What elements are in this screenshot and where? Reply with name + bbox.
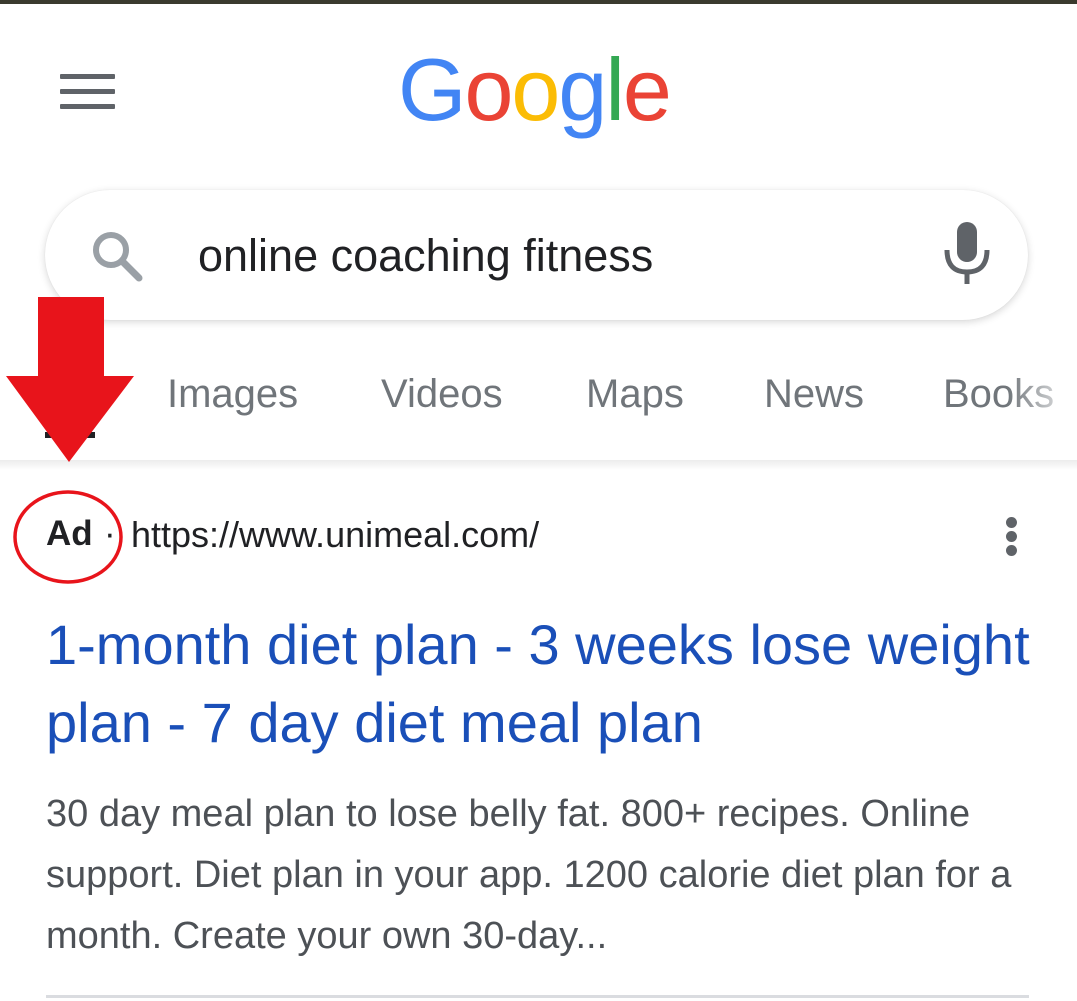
red-circle-annotation <box>13 490 123 584</box>
tab-news[interactable]: News <box>764 372 864 417</box>
menu-icon[interactable] <box>60 74 116 110</box>
search-icon[interactable] <box>87 226 147 286</box>
result-divider <box>46 995 1029 998</box>
tab-images[interactable]: Images <box>167 372 298 417</box>
more-options-icon[interactable] <box>1001 517 1023 557</box>
tabs-divider <box>0 460 1077 470</box>
tab-videos[interactable]: Videos <box>381 372 503 417</box>
result-url[interactable]: https://www.unimeal.com/ <box>131 514 539 556</box>
result-title-link[interactable]: 1-month diet plan - 3 weeks lose weight … <box>46 606 1036 762</box>
result-snippet: 30 day meal plan to lose belly fat. 800+… <box>46 793 1012 957</box>
top-border <box>0 0 1077 4</box>
red-down-arrow-annotation <box>6 297 134 462</box>
microphone-icon[interactable] <box>938 220 996 290</box>
search-tabs: Images Videos Maps News Books <box>0 340 1077 460</box>
search-bar[interactable] <box>45 190 1028 320</box>
tab-maps[interactable]: Maps <box>586 372 684 417</box>
tabs-fade <box>1007 340 1077 460</box>
svg-text:Google: Google <box>398 40 670 139</box>
search-input[interactable] <box>198 228 898 284</box>
google-logo[interactable]: Google <box>394 38 678 148</box>
